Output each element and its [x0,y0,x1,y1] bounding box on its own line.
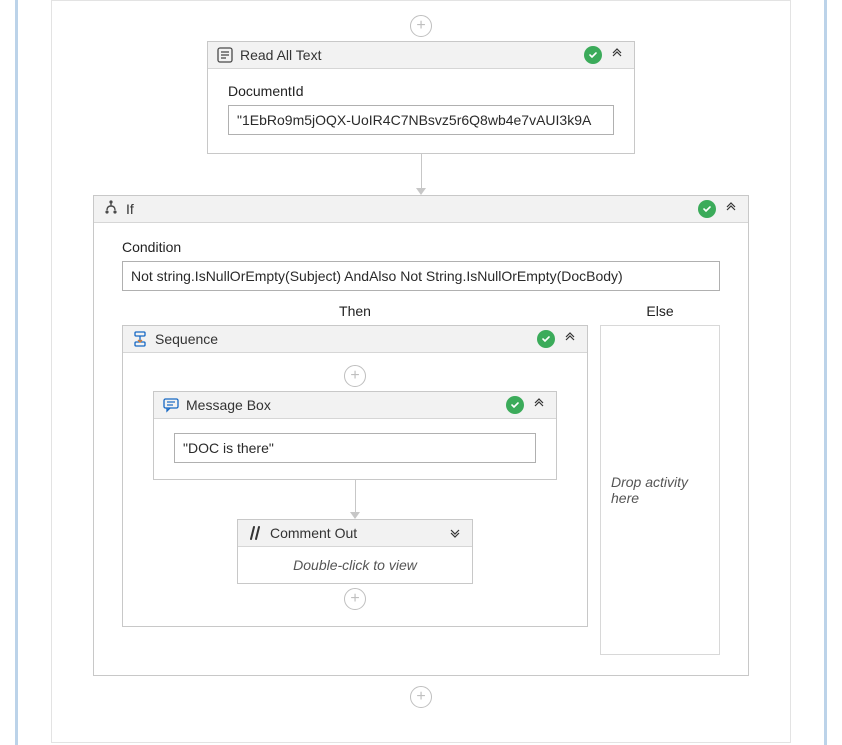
expand-toggle[interactable] [446,526,464,541]
flow-connector [52,154,790,195]
then-branch: Then Sequence [122,295,588,655]
comment-out-activity[interactable]: Comment Out Double-click to view [237,519,473,584]
collapse-toggle[interactable] [530,398,548,413]
collapse-toggle[interactable] [608,48,626,63]
activity-body: DocumentId [208,69,634,153]
then-label: Then [122,303,588,319]
comment-out-header[interactable]: Comment Out [238,520,472,547]
validation-ok-icon [584,46,602,64]
if-header[interactable]: If [94,196,748,223]
message-box-title: Message Box [186,397,271,413]
document-lines-icon [216,46,234,64]
if-branches: Then Sequence [122,295,720,655]
sequence-icon [131,330,149,348]
sequence-activity[interactable]: Sequence + [122,325,588,627]
plus-icon: + [344,365,366,387]
validation-ok-icon [698,200,716,218]
read-all-text-activity[interactable]: Read All Text DocumentId [207,41,635,154]
message-box-header[interactable]: Message Box [154,392,556,419]
plus-icon: + [410,15,432,37]
validation-ok-icon [537,330,555,348]
if-title: If [126,201,134,217]
else-placeholder: Drop activity here [611,474,709,506]
if-activity[interactable]: If Condition Then [93,195,749,676]
activity-title: Read All Text [240,47,321,63]
flow-connector [137,480,573,519]
add-activity-bottom[interactable]: + [52,686,790,708]
if-body: Condition Then [94,223,748,675]
else-drop-zone[interactable]: Drop activity here [600,325,720,655]
else-label: Else [600,303,720,319]
designer-outer-frame: + Read All Text Do [15,0,827,745]
field-label-documentid: DocumentId [228,83,614,99]
add-activity-seq-top[interactable]: + [137,365,573,387]
validation-ok-icon [506,396,524,414]
condition-label: Condition [122,239,720,255]
sequence-header[interactable]: Sequence [123,326,587,353]
comment-slashes-icon [246,524,264,542]
activity-header[interactable]: Read All Text [208,42,634,69]
message-box-input[interactable] [174,433,536,463]
sequence-title: Sequence [155,331,218,347]
plus-icon: + [410,686,432,708]
documentid-input[interactable] [228,105,614,135]
else-branch: Else Drop activity here [600,295,720,655]
message-icon [162,396,180,414]
message-box-activity[interactable]: Message Box [153,391,557,480]
plus-icon: + [344,588,366,610]
sequence-body: + [123,353,587,626]
collapse-toggle[interactable] [561,332,579,347]
add-activity-top[interactable]: + [52,15,790,37]
add-activity-seq-bottom[interactable]: + [137,588,573,610]
message-box-body [154,419,556,479]
collapse-toggle[interactable] [722,202,740,217]
comment-out-title: Comment Out [270,525,357,541]
comment-out-hint[interactable]: Double-click to view [238,547,472,583]
sequence-container: + Read All Text Do [51,0,791,743]
condition-input[interactable] [122,261,720,291]
branch-icon [102,200,120,218]
